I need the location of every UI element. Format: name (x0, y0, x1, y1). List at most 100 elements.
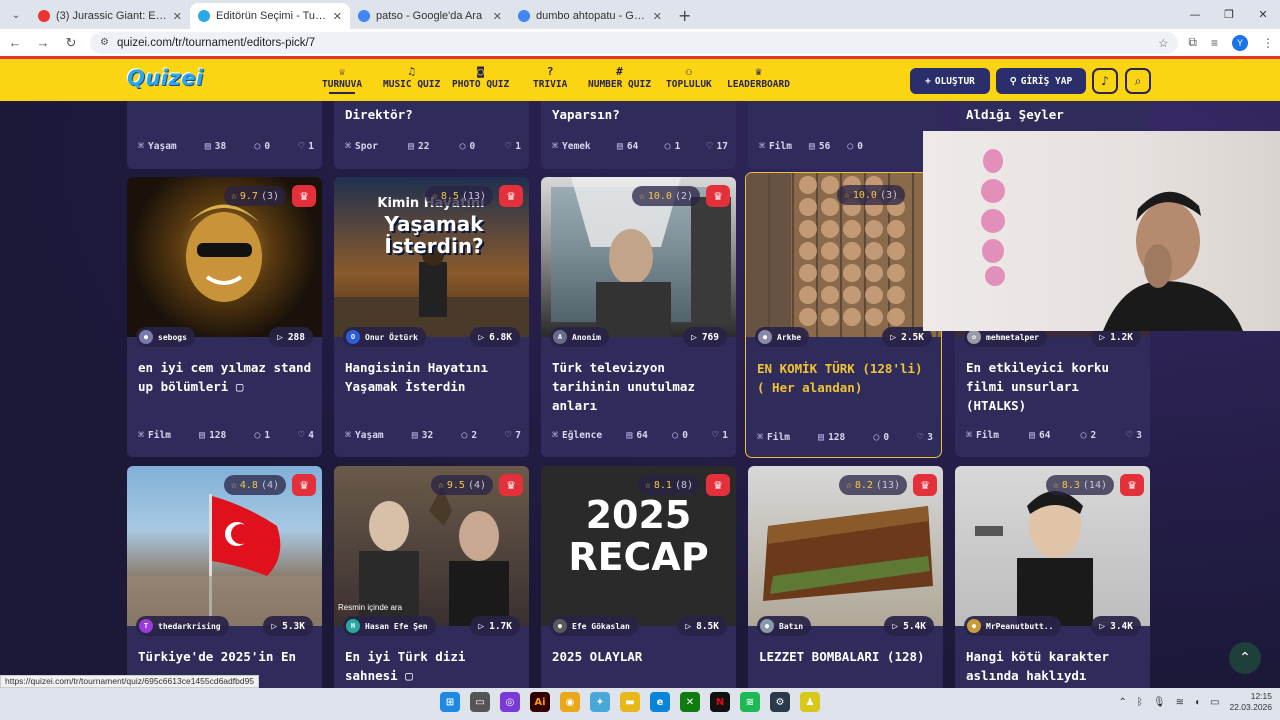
quiz-card[interactable]: Kimin Hayatını Yaşamak İsterdin? ☆8.5(13… (334, 177, 529, 457)
browser-tab-1[interactable]: Editörün Seçimi - Turnuva - Qui ✕ (190, 3, 350, 29)
search-button[interactable]: ⌕ (1125, 68, 1151, 94)
crown-icon[interactable]: ♛ (292, 185, 316, 207)
category-tag[interactable]: ⌘ Yaşam (345, 430, 384, 441)
crown-icon[interactable]: ♛ (913, 474, 937, 496)
image-search-overlay[interactable]: Resmin içinde ara (338, 603, 402, 612)
nav-turnuva[interactable]: ♕ TURNUVA (322, 65, 362, 94)
quiz-card[interactable]: 2025 RECAP ☆ 8.1 (8) ♛ ● Efe Gökaslan ▷ 8.5K… (541, 466, 736, 688)
likes-count[interactable]: ♡ 17 (707, 141, 728, 152)
chrome-icon[interactable]: ◉ (560, 692, 580, 712)
tab-close-icon[interactable]: ✕ (493, 10, 502, 23)
card-title[interactable]: Hangi kötü karakter aslında haklıydı (966, 647, 1144, 685)
extensions-icon[interactable]: ⧉ (1188, 35, 1197, 50)
quiz-card[interactable]: ☆ 9.7 (3) ♛ ● sebogs ▷ 288 en iyi cem yılmaz… (127, 177, 322, 457)
nav-photo-quiz[interactable]: ◙ PHOTO QUIZ (452, 65, 509, 90)
category-tag[interactable]: ⌘ Eğlence (552, 430, 602, 441)
nav-number-quiz[interactable]: # NUMBER QUIZ (588, 65, 651, 90)
microphone-icon[interactable]: 🎙 (1153, 697, 1166, 708)
author-chip[interactable]: O Onur Öztürk (343, 327, 426, 347)
site-info-icon[interactable]: ⚙ (100, 37, 109, 48)
author-chip[interactable]: H Hasan Efe Şen (343, 616, 436, 636)
likes-count[interactable]: ♡ 4 (298, 430, 314, 441)
quiz-card[interactable]: ☆ 10.0 (3) ● Arkhe ▷ 2.5K EN KOMİK TÜRK (128… (745, 172, 942, 458)
browser-tab-3[interactable]: dumbo ahtopatu - Google'da A ✕ (510, 3, 670, 29)
battery-icon[interactable]: ▭ (1210, 697, 1219, 708)
app-icon[interactable]: ◎ (500, 692, 520, 712)
file-explorer-icon[interactable]: ▬ (620, 692, 640, 712)
author-chip[interactable]: ● MrPeanutbutt.. (964, 616, 1062, 636)
author-chip[interactable]: ● Batın (757, 616, 812, 636)
card-title[interactable]: en iyi cem yılmaz stand up bölümleri ▢ (138, 358, 316, 396)
omnibox[interactable]: ⚙ quizei.com/tr/tournament/editors-pick/… (90, 31, 1179, 54)
site-logo[interactable]: Quizei (127, 66, 204, 90)
quiz-card[interactable]: Direktör? ⌘ Spor ▤ 22 ○ 0 ♡ 1 (334, 101, 529, 169)
author-chip[interactable]: ● Efe Gökaslan (550, 616, 638, 636)
browser-menu-icon[interactable]: ⋮ (1262, 36, 1274, 50)
system-clock[interactable]: 12:15 22.03.2026 (1229, 691, 1272, 713)
quiz-card[interactable]: ☆ 8.2 (13) ♛ ● Batın ▷ 5.4K LEZZET BOMBALARI… (748, 466, 943, 688)
crown-icon[interactable]: ♛ (1120, 474, 1144, 496)
copilot-icon[interactable]: ✦ (590, 692, 610, 712)
reading-list-icon[interactable]: ≡ (1211, 36, 1218, 50)
card-title[interactable]: LEZZET BOMBALARI (128) (759, 647, 937, 666)
category-tag[interactable]: ⌘ Spor (345, 141, 378, 152)
card-title[interactable]: 2025 OLAYLAR (552, 647, 730, 666)
quiz-card[interactable]: ettirdi ⌘Yaşam ▤38 ○0 ♡1 (127, 101, 322, 169)
likes-count[interactable]: ♡ 3 (1126, 430, 1142, 441)
reload-icon[interactable]: ↻ (62, 35, 80, 51)
author-chip[interactable]: ● Arkhe (755, 327, 810, 347)
category-tag[interactable]: ⌘ Yemek (552, 141, 591, 152)
category-tag[interactable]: ⌘ Film (138, 430, 171, 441)
quiz-card[interactable]: ☆ 8.3 (14) ♛ ● MrPeanutbutt.. ▷ 3.4K Hangi k… (955, 466, 1150, 688)
bluetooth-icon[interactable]: ᛒ (1137, 697, 1143, 708)
likes-count[interactable]: ♡ 7 (505, 430, 521, 441)
likes-count[interactable]: ♡ 1 (505, 141, 521, 152)
close-window-icon[interactable]: ✕ (1246, 0, 1280, 29)
author-chip[interactable]: ● sebogs (136, 327, 195, 347)
scroll-to-top-button[interactable]: ⌃ (1229, 642, 1261, 674)
task-view-icon[interactable]: ▭ (470, 692, 490, 712)
crown-icon[interactable]: ♛ (499, 474, 523, 496)
browser-tab-0[interactable]: (3) Jurassic Giant: Encounter wi ✕ (30, 3, 190, 29)
tab-search-button[interactable]: ⌄ (4, 4, 28, 26)
category-tag[interactable]: ⌘ Film (966, 430, 999, 441)
windows-start-icon[interactable]: ⊞ (440, 692, 460, 712)
quiz-card[interactable]: ☆ 4.8 (4) ♛ Tthedarkrising ▷ 5.3K Türkiye'd… (127, 466, 322, 688)
steam-icon[interactable]: ⚙ (770, 692, 790, 712)
author-chip[interactable]: Tthedarkrising (136, 616, 229, 636)
category-tag[interactable]: ⌘ Film (759, 141, 792, 152)
card-title[interactable]: Türkiye'de 2025'in En (138, 647, 316, 666)
nav-trivia[interactable]: ? TRIVIA (533, 65, 567, 90)
bookmark-star-icon[interactable]: ☆ (1158, 36, 1168, 50)
minimize-icon[interactable]: — (1178, 0, 1212, 29)
crown-icon[interactable]: ♛ (292, 474, 316, 496)
browser-tab-2[interactable]: patso - Google'da Ara ✕ (350, 3, 510, 29)
author-chip[interactable]: A Anonim (550, 327, 609, 347)
nav-music-quiz[interactable]: ♫ MUSIC QUIZ (383, 65, 440, 90)
category-tag[interactable]: ⌘ Film (757, 432, 790, 443)
forward-icon[interactable]: → (34, 35, 52, 50)
nav-topluluk[interactable]: ⚇ TOPLULUK (666, 65, 712, 90)
adobe-illustrator-icon[interactable]: Ai (530, 692, 550, 712)
volume-icon[interactable]: ◖ (1194, 697, 1200, 708)
quiz-card[interactable]: ⌘ Film ▤ 56 ○ 0 (748, 101, 943, 169)
chevron-up-icon[interactable]: ⌃ (1118, 697, 1126, 708)
back-icon[interactable]: ← (6, 35, 24, 50)
card-title[interactable]: Hangisinin Hayatını Yaşamak İsterdin (345, 358, 523, 396)
spotify-icon[interactable]: ≋ (740, 692, 760, 712)
xbox-icon[interactable]: ✕ (680, 692, 700, 712)
quiz-card[interactable]: ☆ 10.0 (2) ♛ A Anonim ▷ 769 Türk televizyon … (541, 177, 736, 457)
create-button[interactable]: + OLUŞTUR (910, 68, 990, 94)
card-title[interactable]: En etkileyici korku filmi unsurları (HTA… (966, 358, 1144, 415)
login-button[interactable]: ⚲ GİRİŞ YAP (996, 68, 1086, 94)
crown-icon[interactable]: ♛ (706, 474, 730, 496)
card-title[interactable]: EN KOMİK TÜRK (128'li) ( Her alandan) (757, 359, 935, 397)
profile-avatar[interactable]: Y (1232, 34, 1248, 51)
new-tab-button[interactable]: + (670, 6, 699, 29)
notifications-button[interactable]: ♪ (1092, 68, 1118, 94)
crown-icon[interactable]: ♛ (706, 185, 730, 207)
quiz-card[interactable]: Yaparsın? ⌘ Yemek ▤ 64 ○ 1 ♡ 17 (541, 101, 736, 169)
netflix-icon[interactable]: N (710, 692, 730, 712)
likes-count[interactable]: ♡ 1 (298, 141, 314, 152)
category-tag[interactable]: ⌘ Yaşam (138, 141, 177, 152)
